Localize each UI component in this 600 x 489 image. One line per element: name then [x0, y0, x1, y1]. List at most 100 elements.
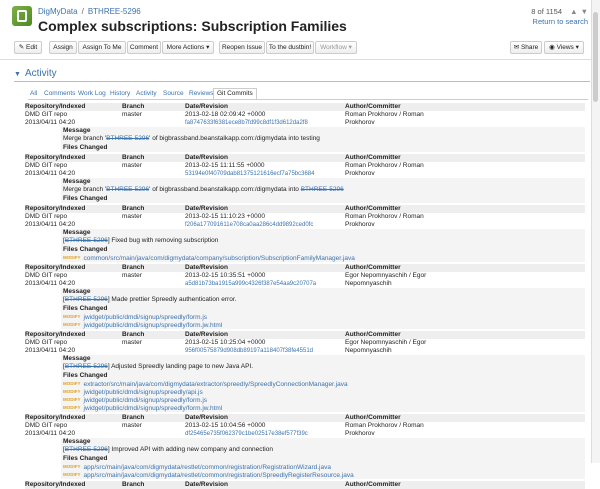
previous-issue-icon[interactable]: ▲	[570, 7, 577, 16]
changed-file-row: MODIFY app/src/main/java/com/digmydata/re…	[63, 471, 354, 480]
changed-file-link[interactable]: jwidget/public/dmdi/signup/spreedly/form…	[84, 322, 223, 329]
issue-key-link[interactable]: BTHREE-5296	[65, 363, 108, 370]
author-column-header: Author/Committer	[345, 154, 401, 161]
changed-file-link[interactable]: jwidget/public/dmdi/signup/spreedly/form…	[84, 397, 208, 404]
project-logo[interactable]	[12, 6, 32, 26]
revision-link[interactable]: a5d81b73ba1915a999c4326f387e54aa9c20707a	[185, 280, 316, 288]
breadcrumb: DigMyData / BTHREE-5296	[38, 7, 141, 16]
modify-badge: MODIFY	[63, 255, 81, 260]
tab-work-log[interactable]: Work Log	[78, 89, 106, 99]
tab-all[interactable]: All	[30, 89, 37, 99]
share-icon: ✉	[513, 44, 520, 51]
changed-file-row: MODIFY common/src/main/java/com/digmydata…	[63, 254, 355, 263]
modify-badge: MODIFY	[63, 389, 81, 394]
share-button[interactable]: ✉ Share	[510, 41, 542, 54]
issue-counter-text: 8 of 1154	[531, 7, 563, 16]
reopen-issue-button[interactable]: Reopen Issue	[219, 41, 265, 54]
revision-link[interactable]: 53194e0f40709dab81375121616ecf7a75bc3684	[185, 170, 314, 178]
assign-button[interactable]: Assign	[49, 41, 77, 54]
commit-details: Message [BTHREE-5296] Adjusted Spreedly l…	[61, 355, 585, 412]
date-column-header: Date/Revision	[185, 414, 228, 421]
author-name-continued: Prokhorov	[345, 119, 375, 126]
issue-key-link[interactable]: BTHREE-5296	[106, 186, 149, 193]
changed-file-link[interactable]: common/src/main/java/com/digmydata/compa…	[84, 255, 355, 262]
commit-header-row: Repository/Indexed Branch Date/Revision Aut…	[25, 414, 585, 422]
branch-name: master	[122, 213, 142, 220]
revision-link[interactable]: fa8747633f6381ece8b7fd99c8df1f3d612da2f8	[185, 119, 308, 127]
issue-key-link[interactable]: BTHREE-5296	[65, 446, 108, 453]
more-actions-button[interactable]: More Actions ▾	[162, 41, 214, 54]
commit-date: 2013-02-18 02:09:42 +0000	[185, 111, 266, 118]
commit-message: [BTHREE-5296] Improved API with adding n…	[63, 446, 273, 454]
views-button[interactable]: ◉ Views ▾	[544, 41, 584, 54]
branch-column-header: Branch	[122, 481, 145, 488]
revision-link[interactable]: df25465e735f062379c1be02517e38ef577f39c	[185, 430, 308, 438]
changed-file-link[interactable]: jwidget/public/dmdi/signup/spreedly/api.…	[84, 389, 203, 396]
scrollbar[interactable]	[591, 0, 600, 463]
chevron-down-icon: ▾	[348, 44, 352, 51]
message-prefix: Merge branch '	[63, 135, 107, 142]
revision-link[interactable]: 956f00575879d908db89197a118407f38fe4551d	[185, 347, 313, 355]
indexed-date: 2013/04/11 04:20	[25, 430, 76, 437]
next-issue-icon[interactable]: ▼	[581, 7, 588, 16]
activity-section-header[interactable]: ▼ Activity	[14, 68, 57, 79]
issue-key-link[interactable]: BTHREE-5296	[65, 237, 108, 244]
revision-link[interactable]: f206a177091611e708ca0aa286c4dd9892ced0fc	[185, 221, 313, 229]
commit-message: [BTHREE-5296] Fixed bug with removing su…	[63, 237, 218, 245]
tab-history[interactable]: History	[110, 89, 130, 99]
date-column-header: Date/Revision	[185, 481, 228, 488]
scrollbar-thumb[interactable]	[593, 12, 598, 102]
repository-name: DMD GIT repo	[25, 339, 68, 346]
changed-file-link[interactable]: app/src/main/java/com/digmydata/restlet/…	[84, 472, 354, 479]
branch-column-header: Branch	[122, 414, 145, 421]
indexed-date: 2013/04/11 04:20	[25, 347, 76, 354]
assign-to-me-button[interactable]: Assign To Me	[78, 41, 126, 54]
author-name: Roman Prokhorov / Roman	[345, 162, 424, 169]
branch-name: master	[122, 162, 142, 169]
author-column-header: Author/Committer	[345, 481, 401, 488]
comment-button[interactable]: Comment	[127, 41, 161, 54]
indexed-date: 2013/04/11 04:20	[25, 280, 76, 287]
dustbin-button[interactable]: To the dustbin!	[266, 41, 314, 54]
changed-file-link[interactable]: jwidget/public/dmdi/signup/spreedly/form…	[84, 314, 208, 321]
branch-column-header: Branch	[122, 264, 145, 271]
author-name-continued: Prokhorov	[345, 221, 375, 228]
tab-comments[interactable]: Comments	[44, 89, 75, 99]
breadcrumb-project[interactable]: DigMyData	[38, 7, 78, 16]
message-label: Message	[63, 288, 91, 295]
repository-column-header: Repository/Indexed	[25, 331, 86, 338]
issue-key-link[interactable]: BTHREE-5296	[301, 186, 344, 193]
edit-button[interactable]: ✎ Edit	[14, 41, 42, 54]
issue-key-link[interactable]: BTHREE-5296	[65, 296, 108, 303]
changed-file-link[interactable]: app/src/main/java/com/digmydata/restlet/…	[84, 464, 331, 471]
return-to-search-link[interactable]: Return to search	[533, 17, 588, 26]
files-changed-label: Files Changed	[63, 305, 108, 312]
message-text: ] Improved API with adding new company a…	[107, 446, 273, 453]
collapse-toggle-icon[interactable]: ▼	[14, 71, 21, 78]
tab-reviews[interactable]: Reviews	[189, 89, 214, 99]
author-name: Roman Prokhorov / Roman	[345, 111, 424, 118]
author-column-header: Author/Committer	[345, 331, 401, 338]
issue-key-link[interactable]: BTHREE-5296	[106, 135, 149, 142]
author-name: Roman Prokhorov / Roman	[345, 422, 424, 429]
message-label: Message	[63, 178, 91, 185]
branch-column-header: Branch	[122, 205, 145, 212]
commit-details: Message [BTHREE-5296] Made prettier Spree…	[61, 288, 585, 329]
breadcrumb-issue-key[interactable]: BTHREE-5296	[88, 7, 141, 16]
modify-badge: MODIFY	[63, 322, 81, 327]
tab-activity[interactable]: Activity	[136, 89, 157, 99]
branch-column-header: Branch	[122, 103, 145, 110]
workflow-button[interactable]: Workflow ▾	[315, 41, 357, 54]
changed-file-link[interactable]: extractor/src/main/java/com/digmydata/ex…	[84, 381, 348, 388]
branch-name: master	[122, 339, 142, 346]
commit-header-row: Repository/Indexed Branch Date/Revision Aut…	[25, 103, 585, 111]
repository-column-header: Repository/Indexed	[25, 481, 86, 488]
changed-file-link[interactable]: jwidget/public/dmdi/signup/spreedly/form…	[84, 405, 223, 412]
message-text: ] Made prettier Spreedly authentication …	[107, 296, 237, 303]
repository-column-header: Repository/Indexed	[25, 103, 86, 110]
message-label: Message	[63, 355, 91, 362]
tab-source[interactable]: Source	[163, 89, 184, 99]
author-name-continued: Prokhorov	[345, 170, 375, 177]
message-label: Message	[63, 438, 91, 445]
message-text: ' of bigbrassband.beanstalkapp.com:/digm…	[149, 186, 301, 193]
